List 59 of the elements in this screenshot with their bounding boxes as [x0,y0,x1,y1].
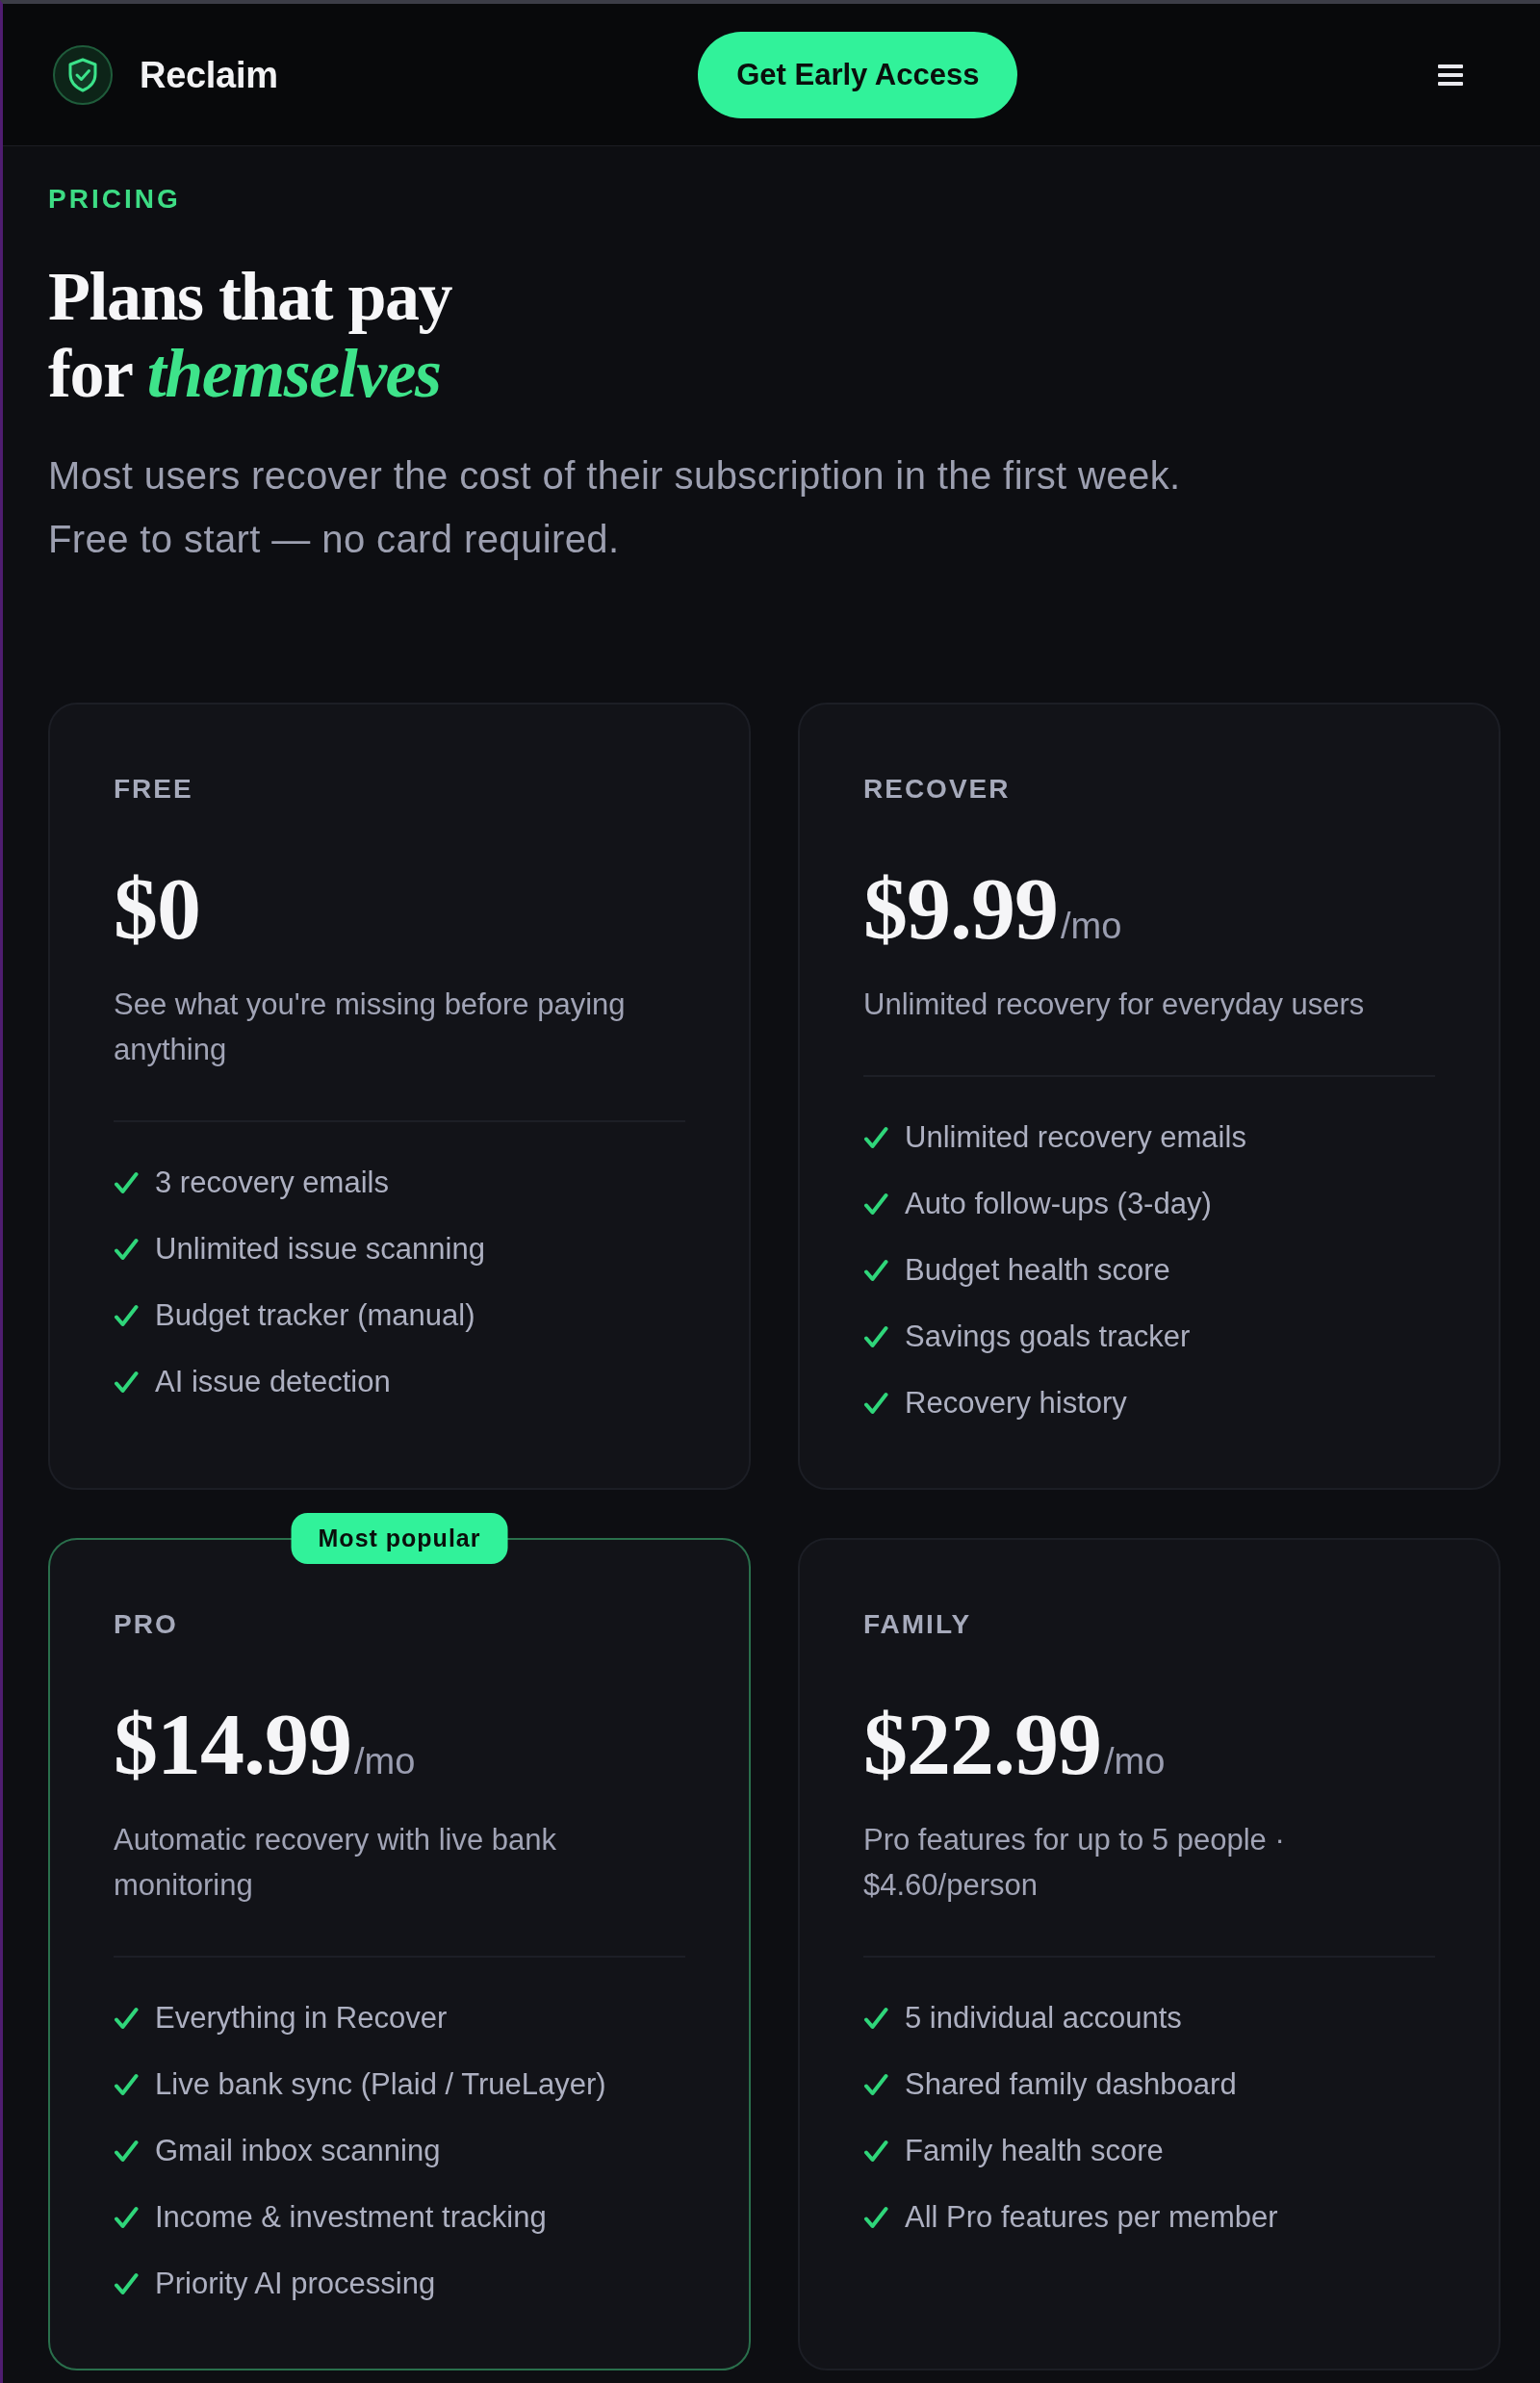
check-icon [114,1238,139,1261]
feature-text: Savings goals tracker [905,1319,1191,1355]
feature-text: Priority AI processing [155,2266,436,2302]
check-icon [863,1325,888,1348]
feature-text: Unlimited recovery emails [905,1119,1246,1156]
plan-price: $22.99 [863,1696,1101,1792]
feature-text: Live bank sync (Plaid / TrueLayer) [155,2066,606,2103]
brand-name[interactable]: Reclaim [140,53,278,96]
plan-description: Pro features for up to 5 people · $4.60/person [863,1822,1286,1904]
plan-description: Automatic recovery with live bank monitoring [114,1822,558,1904]
feature-text: 3 recovery emails [155,1165,389,1201]
plan-name: FREE [114,773,193,806]
page-heading: Plans that pay for themselves [48,258,452,412]
plan-price: $14.99 [114,1696,351,1792]
feature-text: Auto follow-ups (3-day) [905,1186,1212,1222]
check-icon [863,2007,888,2030]
check-icon [863,2140,888,2163]
check-icon [863,1392,888,1415]
plan-price: $9.99 [863,860,1058,957]
get-early-access-button[interactable]: Get Early Access [698,31,1018,118]
check-icon [863,1192,888,1216]
check-icon [114,2206,139,2229]
feature-text: Everything in Recover [155,2000,448,2037]
feature-text: Income & investment tracking [155,2199,547,2236]
check-icon [114,2007,139,2030]
plan-description: See what you're missing before paying anything [114,987,627,1068]
check-icon [863,1259,888,1282]
feature-text: Budget health score [905,1252,1170,1289]
feature-text: Budget tracker (manual) [155,1297,475,1334]
price-period: /mo [354,1740,416,1782]
check-icon [114,2073,139,2096]
shield-icon [53,44,113,105]
feature-text: Shared family dashboard [905,2066,1237,2103]
check-icon [114,1371,139,1394]
feature-text: All Pro features per member [905,2199,1278,2236]
check-icon [114,2140,139,2163]
plan-name: PRO [114,1608,178,1641]
section-eyebrow: PRICING [48,183,181,216]
feature-text: Family health score [905,2133,1164,2169]
feature-text: Unlimited issue scanning [155,1231,485,1268]
page-subtitle: Most users recover the cost of their subscription in the first week. Free to start — no card required. [48,453,1181,562]
price-period: /mo [1104,1740,1166,1782]
check-icon [863,1126,888,1149]
menu-icon[interactable] [1438,64,1463,86]
check-icon [863,2206,888,2229]
plan-name: FAMILY [863,1608,972,1641]
plan-name: RECOVER [863,773,1011,806]
plan-price: $0 [114,860,200,957]
check-icon [863,2073,888,2096]
feature-text: 5 individual accounts [905,2000,1182,2037]
feature-text: Recovery history [905,1385,1127,1422]
popular-badge: Most popular [291,1513,508,1564]
check-icon [114,2272,139,2295]
feature-text: Gmail inbox scanning [155,2133,441,2169]
feature-text: AI issue detection [155,1364,391,1400]
price-period: /mo [1061,905,1122,947]
check-icon [114,1171,139,1194]
plan-description: Unlimited recovery for everyday users [863,987,1366,1023]
check-icon [114,1304,139,1327]
